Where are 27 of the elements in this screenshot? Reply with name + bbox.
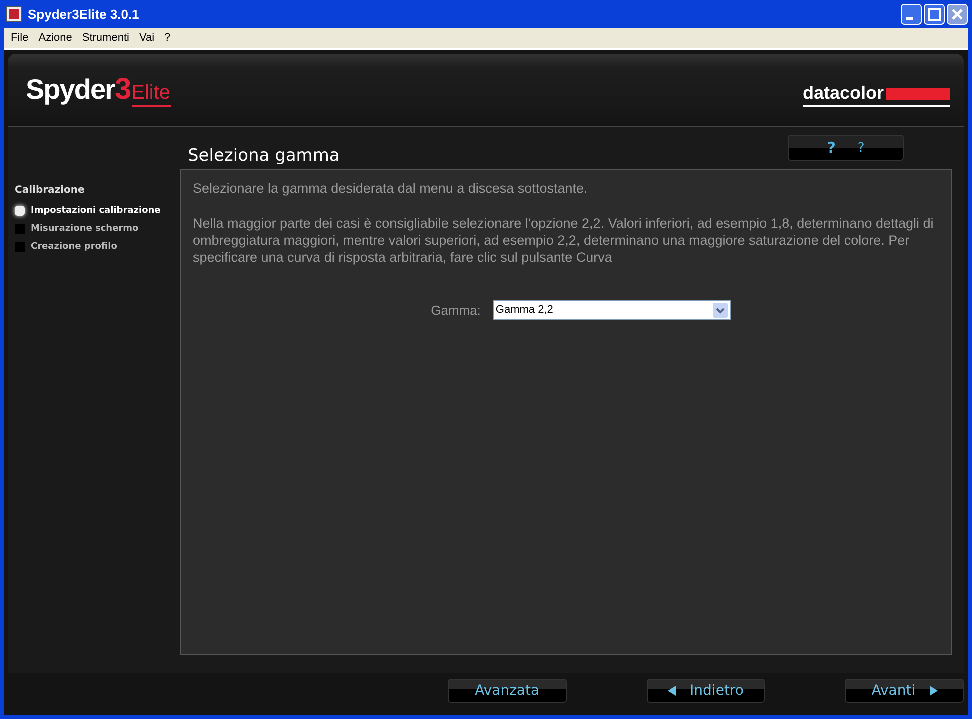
nav-button[interactable]: Avanti: [845, 679, 964, 703]
minimize-button[interactable]: [901, 4, 922, 24]
step-label: Misurazione schermo: [31, 224, 139, 234]
step-label: Creazione profilo: [31, 242, 118, 252]
menu-item[interactable]: File: [6, 32, 34, 44]
window-title: Spyder3Elite 3.0.1: [28, 6, 140, 22]
maximize-button[interactable]: [924, 4, 945, 24]
instruction-text: Nella maggior parte dei casi è consigliabile selezionare l'opzione 2,2. Valori inferiori, ad esempio 1,8, determinano dettagli di ombreggiatura maggiori, mentre valori superiori, ad esempio 2,2, determinano una maggiore saturazione del colore. Per specificare una curva di risposta arbitraria, fare clic sul pulsante Curva: [193, 215, 935, 266]
datacolor-logo: datacolor: [802, 83, 950, 107]
gamma-label: Gamma:: [431, 302, 481, 318]
menu-item[interactable]: Strumenti: [77, 32, 134, 44]
instruction-text: Selezionare la gamma desiderata dal menu a discesa sottostante.: [193, 180, 589, 197]
close-button[interactable]: [947, 4, 968, 24]
app-icon: [6, 6, 22, 22]
menu-item[interactable]: ?: [160, 32, 176, 44]
menu-item[interactable]: Azione: [34, 32, 78, 44]
step-label: Impostazioni calibrazione: [31, 206, 161, 216]
sidebar-heading: Calibrazione: [15, 185, 86, 196]
spyder-logo: Spyder3Elite: [26, 73, 171, 107]
nav-button[interactable]: Avanzata: [448, 679, 567, 703]
nav-button[interactable]: Indietro: [646, 679, 766, 703]
gamma-dropdown[interactable]: Gamma 2,2: [492, 300, 731, 320]
right-arrow-icon: [930, 686, 938, 696]
page-title: Seleziona gamma: [188, 146, 340, 168]
menu-item[interactable]: Vai: [134, 32, 160, 44]
help-button[interactable]: ? ?: [788, 135, 904, 161]
left-arrow-icon: [668, 686, 676, 696]
